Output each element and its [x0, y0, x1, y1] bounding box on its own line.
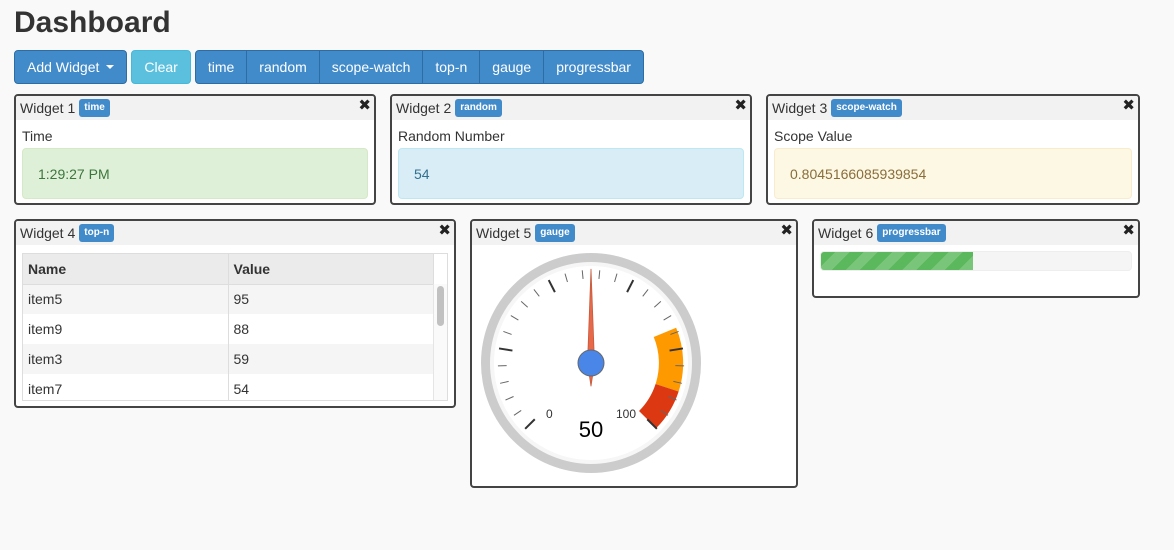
close-icon[interactable]: ✖ — [438, 221, 451, 241]
widget-header[interactable]: Widget 3 scope-watch ✖ — [768, 96, 1138, 120]
column-header-name[interactable]: Name — [23, 254, 229, 285]
widget-header[interactable]: Widget 2 random ✖ — [392, 96, 750, 120]
progress-bar-track — [820, 251, 1132, 271]
add-time-widget-button[interactable]: time — [194, 50, 248, 84]
widget-type-badge: scope-watch — [831, 99, 902, 117]
widget-type-badge: progressbar — [877, 224, 946, 242]
widget-type-badge: random — [455, 99, 502, 117]
add-widget-label: Add Widget — [27, 59, 100, 75]
table-row: item3 59 — [23, 344, 434, 374]
close-icon[interactable]: ✖ — [734, 96, 747, 116]
scope-value: 0.8045166085939854 — [774, 148, 1132, 199]
widget-time: Widget 1 time ✖ Time 1:29:27 PM — [14, 94, 376, 205]
close-icon[interactable]: ✖ — [358, 96, 371, 116]
column-header-value[interactable]: Value — [228, 254, 434, 285]
widget-title: Widget 3 — [772, 100, 828, 116]
add-scope-watch-widget-button[interactable]: scope-watch — [318, 50, 424, 84]
row-name: item3 — [23, 344, 229, 374]
add-top-n-widget-button[interactable]: top-n — [422, 50, 481, 84]
widget-header[interactable]: Widget 5 gauge ✖ — [472, 221, 796, 245]
gauge-max-label: 100 — [616, 407, 636, 421]
close-icon[interactable]: ✖ — [1122, 221, 1135, 241]
widget-scope-watch: Widget 3 scope-watch ✖ Scope Value 0.804… — [766, 94, 1140, 205]
row-name: item9 — [23, 314, 229, 344]
widget-top-n: Widget 4 top-n ✖ Name Value item5 95 ite… — [14, 219, 456, 408]
clear-button[interactable]: Clear — [131, 50, 191, 84]
widget-title: Widget 5 — [476, 225, 532, 241]
top-n-table-container: Name Value item5 95 item9 88 item3 59 it… — [22, 253, 448, 401]
row-name: item5 — [23, 284, 229, 314]
random-number-label: Random Number — [398, 128, 505, 144]
add-gauge-widget-button[interactable]: gauge — [479, 50, 545, 84]
table-row: item9 88 — [23, 314, 434, 344]
widget-header[interactable]: Widget 4 top-n ✖ — [16, 221, 454, 245]
table-row: item7 54 — [23, 374, 434, 400]
toolbar: Add Widget Clear time random scope-watch… — [14, 50, 644, 84]
widget-title: Widget 6 — [818, 225, 874, 241]
top-n-table: Name Value item5 95 item9 88 item3 59 it… — [23, 254, 434, 400]
row-name: item7 — [23, 374, 229, 400]
random-number-value: 54 — [398, 148, 744, 199]
page-title: Dashboard — [14, 6, 171, 39]
gauge-value-text: 50 — [579, 417, 603, 442]
row-value: 88 — [228, 314, 434, 344]
widget-title: Widget 2 — [396, 100, 452, 116]
time-label: Time — [22, 128, 53, 144]
table-row: item5 95 — [23, 284, 434, 314]
widget-random: Widget 2 random ✖ Random Number 54 — [390, 94, 752, 205]
scrollbar-thumb[interactable] — [437, 286, 444, 326]
table-scrollbar[interactable] — [433, 284, 447, 400]
row-value: 59 — [228, 344, 434, 374]
gauge-chart: 0 100 50 — [481, 253, 701, 473]
gauge-min-label: 0 — [546, 407, 553, 421]
widget-type-button-group: time random scope-watch top-n gauge prog… — [194, 50, 644, 84]
widget-header[interactable]: Widget 6 progressbar ✖ — [814, 221, 1138, 245]
row-value: 54 — [228, 374, 434, 400]
add-widget-button[interactable]: Add Widget — [14, 50, 128, 84]
widget-type-badge: top-n — [79, 224, 115, 242]
widget-type-badge: gauge — [535, 224, 575, 242]
close-icon[interactable]: ✖ — [1122, 96, 1135, 116]
time-value: 1:29:27 PM — [22, 148, 368, 199]
widget-type-badge: time — [79, 99, 110, 117]
add-random-widget-button[interactable]: random — [246, 50, 320, 84]
caret-down-icon — [106, 65, 115, 69]
widget-header[interactable]: Widget 1 time ✖ — [16, 96, 374, 120]
scope-value-label: Scope Value — [774, 128, 853, 144]
widget-progressbar: Widget 6 progressbar ✖ — [812, 219, 1140, 298]
progress-bar-fill — [821, 252, 973, 270]
close-icon[interactable]: ✖ — [780, 221, 793, 241]
widget-title: Widget 4 — [20, 225, 76, 241]
widget-gauge: Widget 5 gauge ✖ 0 100 50 — [470, 219, 798, 488]
row-value: 95 — [228, 284, 434, 314]
gauge-needle-hub — [577, 349, 605, 377]
add-progressbar-widget-button[interactable]: progressbar — [543, 50, 644, 84]
widget-title: Widget 1 — [20, 100, 76, 116]
